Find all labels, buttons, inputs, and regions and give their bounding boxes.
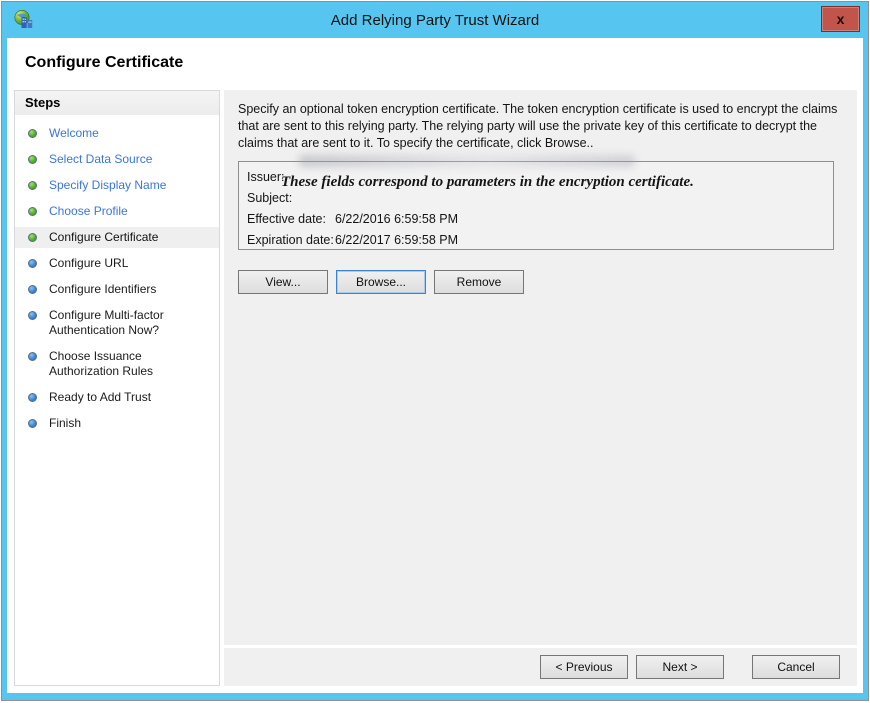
view-button[interactable]: View... — [238, 270, 328, 294]
step-status-dot-icon — [28, 155, 37, 164]
cancel-button[interactable]: Cancel — [752, 655, 840, 679]
certificate-field-value: 6/22/2017 6:59:58 PM — [335, 230, 825, 251]
close-button[interactable]: x — [821, 6, 860, 32]
sidebar-step-item[interactable]: Welcome — [15, 123, 219, 144]
step-label: Choose Issuance Authorization Rules — [49, 349, 153, 378]
step-status-dot-icon — [28, 181, 37, 190]
page-header: Configure Certificate — [7, 38, 863, 88]
certificate-field-row: Subject: — [247, 188, 825, 209]
redacted-issuer-value — [299, 155, 635, 167]
sidebar-step-item: Finish — [15, 413, 219, 434]
main-panel: Specify an optional token encryption cer… — [224, 90, 857, 686]
certificate-field-row: Expiration date: 6/22/2017 6:59:58 PM — [247, 230, 825, 251]
step-status-dot-icon — [28, 207, 37, 216]
certificate-details-panel: Issuer: Subject: Effective date: 6/22/20… — [238, 161, 834, 250]
window-title: Add Relying Party Trust Wizard — [2, 2, 868, 38]
steps-sidebar: Steps Welcome Select Data Source Specify… — [14, 90, 220, 686]
step-status-dot-icon — [28, 285, 37, 294]
next-button[interactable]: Next > — [636, 655, 724, 679]
wizard-footer: < Previous Next > Cancel — [224, 648, 857, 686]
step-label: Choose Profile — [49, 204, 128, 218]
certificate-actions: View... Browse... Remove — [238, 270, 843, 294]
step-label: Finish — [49, 416, 81, 430]
certificate-field-label: Subject: — [247, 188, 335, 209]
step-label: Configure Identifiers — [49, 282, 156, 296]
step-status-dot-icon — [28, 352, 37, 361]
sidebar-step-item: Configure Multi-factor Authentication No… — [15, 305, 219, 341]
step-status-dot-icon — [28, 129, 37, 138]
wizard-window: Add Relying Party Trust Wizard x Configu… — [1, 1, 869, 701]
certificate-field-label: Expiration date: — [247, 230, 335, 251]
sidebar-step-item[interactable]: Specify Display Name — [15, 175, 219, 196]
step-status-dot-icon — [28, 259, 37, 268]
step-label: Ready to Add Trust — [49, 390, 151, 404]
configure-certificate-page: Specify an optional token encryption cer… — [224, 90, 857, 645]
steps-list: Welcome Select Data Source Specify Displ… — [15, 123, 219, 434]
certificate-field-value: 6/22/2016 6:59:58 PM — [335, 209, 825, 230]
sidebar-step-item: Configure URL — [15, 253, 219, 274]
instruction-text: Specify an optional token encryption cer… — [238, 101, 843, 152]
step-label: Specify Display Name — [49, 178, 166, 192]
step-label: Welcome — [49, 126, 99, 140]
wizard-body: Configure Certificate Steps Welcome Sele… — [7, 38, 863, 693]
step-label: Configure Certificate — [49, 230, 158, 244]
certificate-field-row: Effective date: 6/22/2016 6:59:58 PM — [247, 209, 825, 230]
sidebar-step-item: Ready to Add Trust — [15, 387, 219, 408]
page-title: Configure Certificate — [25, 54, 183, 72]
step-label: Configure URL — [49, 256, 128, 270]
sidebar-step-item: Configure Certificate — [15, 227, 219, 248]
steps-heading: Steps — [15, 91, 219, 115]
sidebar-step-item: Configure Identifiers — [15, 279, 219, 300]
browse-button[interactable]: Browse... — [336, 270, 426, 294]
remove-button[interactable]: Remove — [434, 270, 524, 294]
step-status-dot-icon — [28, 393, 37, 402]
certificate-field-label: Effective date: — [247, 209, 335, 230]
step-label: Select Data Source — [49, 152, 152, 166]
previous-button[interactable]: < Previous — [540, 655, 628, 679]
step-status-dot-icon — [28, 233, 37, 242]
title-bar: Add Relying Party Trust Wizard x — [2, 2, 868, 38]
step-status-dot-icon — [28, 311, 37, 320]
sidebar-step-item[interactable]: Select Data Source — [15, 149, 219, 170]
annotation-note: These fields correspond to parameters in… — [281, 174, 827, 191]
certificate-field-value — [335, 188, 825, 209]
step-label: Configure Multi-factor Authentication No… — [49, 308, 164, 337]
step-status-dot-icon — [28, 419, 37, 428]
sidebar-step-item: Choose Issuance Authorization Rules — [15, 346, 219, 382]
sidebar-step-item[interactable]: Choose Profile — [15, 201, 219, 222]
